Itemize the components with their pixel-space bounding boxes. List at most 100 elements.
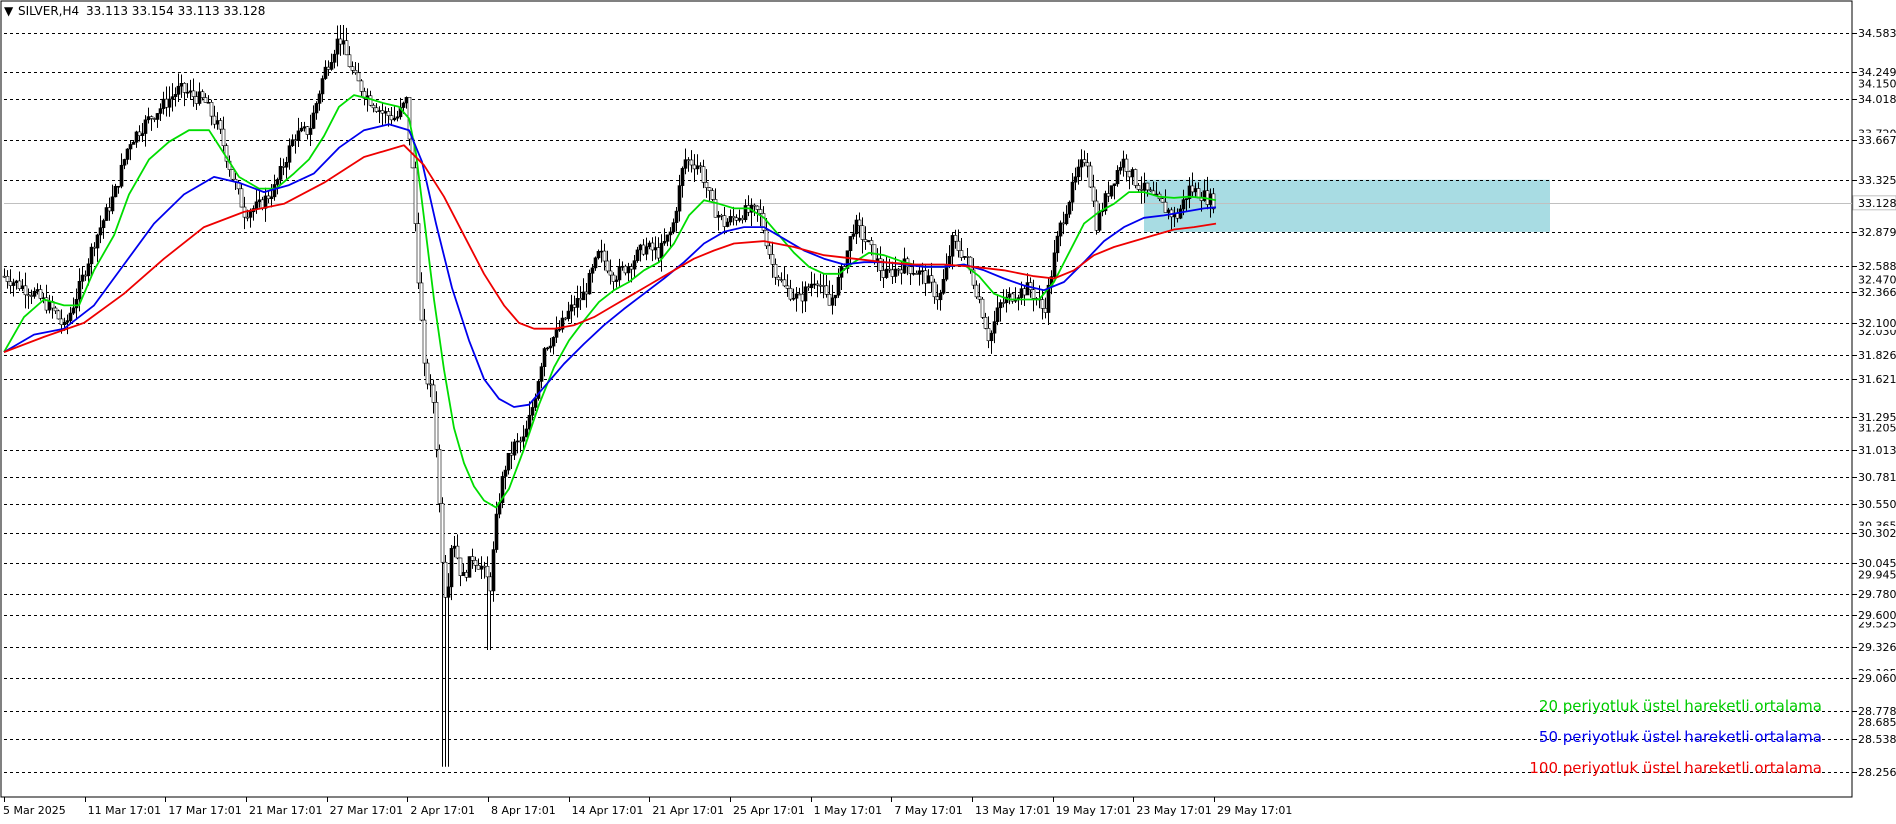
candle-body bbox=[596, 251, 601, 259]
candle-body bbox=[320, 78, 325, 95]
candle-body bbox=[179, 83, 184, 87]
chart-canvas[interactable]: 34.15033.72032.47032.03031.20530.36529.9… bbox=[0, 0, 1896, 820]
candle-body bbox=[83, 274, 88, 277]
price-level-label: 29.060 bbox=[1858, 672, 1896, 685]
candle-body bbox=[851, 233, 856, 237]
candle-body bbox=[896, 268, 901, 271]
candle-body bbox=[512, 441, 517, 456]
price-level-label: 30.302 bbox=[1858, 527, 1896, 540]
candle-body bbox=[860, 225, 865, 240]
candle-body bbox=[47, 301, 52, 311]
candle-body bbox=[443, 561, 448, 598]
candle-body bbox=[1061, 222, 1066, 225]
ohlc-values: 33.113 33.154 33.113 33.128 bbox=[86, 4, 265, 18]
price-level-label: 29.326 bbox=[1858, 641, 1896, 654]
candle-body bbox=[359, 80, 364, 92]
candle-body bbox=[317, 93, 322, 104]
candle-body bbox=[1058, 222, 1063, 237]
candle-body bbox=[737, 217, 742, 221]
candle-body bbox=[623, 265, 628, 274]
header-dropdown-icon[interactable]: ▼ bbox=[4, 4, 14, 18]
chart-window[interactable]: 34.15033.72032.47032.03031.20530.36529.9… bbox=[0, 0, 1896, 820]
candle-body bbox=[371, 104, 376, 109]
candle-body bbox=[425, 362, 430, 385]
candle-body bbox=[1019, 288, 1024, 298]
candle-body bbox=[1163, 201, 1168, 213]
price-tick-label: 34.150 bbox=[1858, 77, 1896, 90]
candle-body bbox=[1127, 171, 1132, 178]
candle-body bbox=[677, 185, 682, 212]
candle-body bbox=[965, 256, 970, 258]
candle-body bbox=[281, 166, 286, 168]
candle-body bbox=[509, 452, 514, 456]
chart-header: ▼ SILVER,H4 33.113 33.154 33.113 33.128 bbox=[4, 4, 265, 18]
candle-body bbox=[1022, 288, 1027, 296]
candle-body bbox=[914, 273, 919, 275]
candle-body bbox=[581, 291, 586, 301]
candle-body bbox=[617, 266, 622, 281]
candle-body bbox=[767, 245, 772, 255]
candle-body bbox=[479, 565, 484, 570]
candle-body bbox=[797, 293, 802, 296]
candle-body bbox=[158, 108, 163, 114]
time-tick-label: 14 Apr 17:01 bbox=[572, 804, 644, 817]
candle-body bbox=[215, 120, 220, 125]
candle-body bbox=[1109, 185, 1114, 197]
candle-body bbox=[143, 119, 148, 134]
candle-body bbox=[953, 235, 958, 242]
candle-body bbox=[818, 284, 823, 287]
candle-body bbox=[812, 283, 817, 286]
time-tick-label: 2 Apr 17:01 bbox=[410, 804, 475, 817]
price-level-label: 34.583 bbox=[1858, 27, 1896, 40]
candle-body bbox=[674, 210, 679, 223]
candle-body bbox=[332, 53, 337, 63]
candle-body bbox=[779, 279, 784, 281]
price-level-label: 32.100 bbox=[1858, 317, 1896, 330]
candle-body bbox=[308, 128, 313, 135]
candle-body bbox=[62, 322, 67, 326]
price-level-label: 32.366 bbox=[1858, 286, 1896, 299]
candle-body bbox=[1025, 282, 1030, 296]
price-level-label: 32.588 bbox=[1858, 260, 1896, 273]
candle-body bbox=[704, 182, 709, 188]
candle-body bbox=[5, 276, 10, 282]
candle-body bbox=[167, 98, 172, 108]
candle-body bbox=[644, 246, 649, 255]
candle-body bbox=[101, 220, 106, 229]
candle-body bbox=[788, 288, 793, 300]
candle-body bbox=[239, 188, 244, 208]
candle-body bbox=[893, 268, 898, 277]
candle-body bbox=[92, 246, 97, 249]
candle-body bbox=[119, 164, 124, 187]
candle-body bbox=[200, 91, 205, 98]
candle-body bbox=[794, 293, 799, 299]
candle-body bbox=[80, 274, 85, 282]
candle-body bbox=[254, 201, 259, 209]
candle-body bbox=[575, 298, 580, 308]
candle-body bbox=[248, 211, 253, 218]
candle-body bbox=[731, 216, 736, 219]
candle-body bbox=[401, 102, 406, 108]
candle-body bbox=[326, 66, 331, 70]
candle-body bbox=[932, 281, 937, 298]
candle-body bbox=[1043, 308, 1048, 313]
candle-body bbox=[773, 264, 778, 278]
candle-body bbox=[191, 90, 196, 97]
candle-body bbox=[290, 139, 295, 147]
candle-body bbox=[176, 85, 181, 95]
candle-body bbox=[650, 242, 655, 251]
candle-body bbox=[71, 307, 76, 314]
candle-body bbox=[65, 320, 70, 323]
candle-body bbox=[638, 244, 643, 251]
candle-body bbox=[548, 345, 553, 349]
candle-body bbox=[1118, 167, 1123, 171]
candle-body bbox=[416, 223, 421, 284]
candle-body bbox=[164, 98, 169, 108]
candle-body bbox=[884, 268, 889, 278]
candle-body bbox=[641, 244, 646, 255]
candle-body bbox=[455, 545, 460, 559]
candle-body bbox=[185, 91, 190, 94]
time-tick-label: 11 Mar 17:01 bbox=[88, 804, 161, 817]
candle-body bbox=[74, 298, 79, 309]
candle-body bbox=[524, 428, 529, 438]
